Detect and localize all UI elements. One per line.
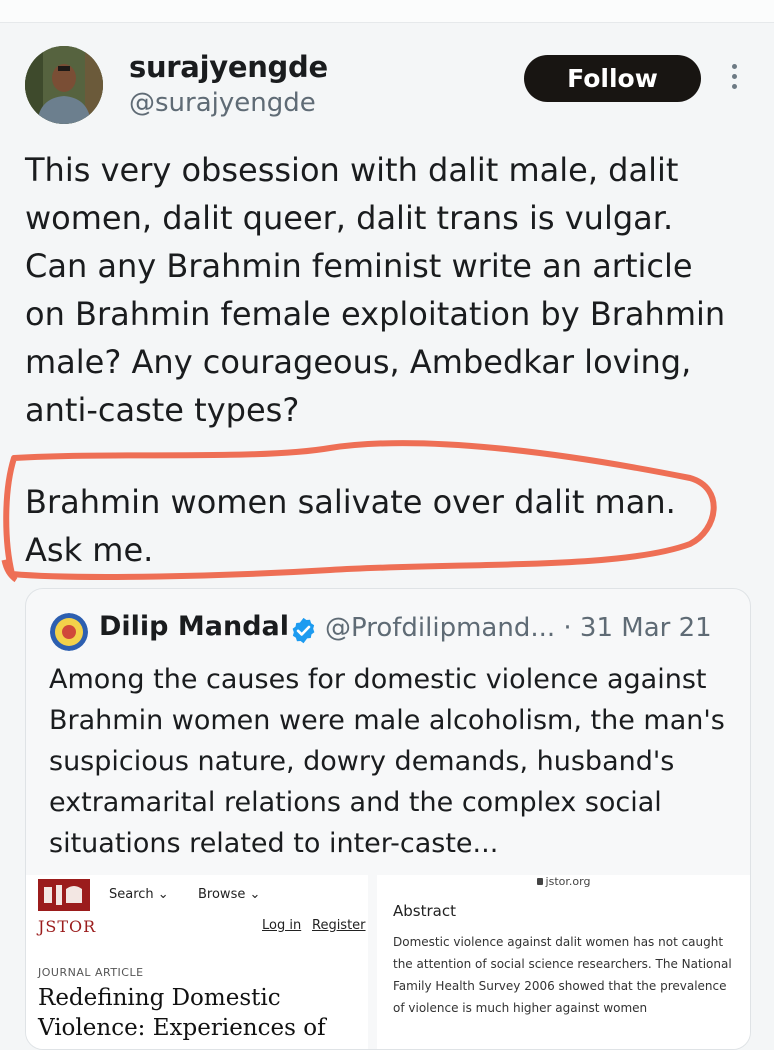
quoted-author-name[interactable]: Dilip Mandal <box>99 611 289 642</box>
top-edge <box>0 0 774 23</box>
jstor-article-title: Redefining Domestic Violence: Experience… <box>38 985 326 1041</box>
tweet-text: This very obsession with dalit male, dal… <box>25 151 726 429</box>
verified-badge-icon <box>292 617 315 644</box>
url-text: jstor.org <box>545 875 591 888</box>
author-avatar[interactable] <box>25 46 103 124</box>
jstor-nav-search: Search ⌄ <box>109 887 169 902</box>
more-options-icon[interactable] <box>724 64 744 94</box>
author-handle[interactable]: @surajyengde <box>129 88 316 118</box>
lock-icon <box>536 878 543 885</box>
jstor-wordmark: JSTOR <box>38 917 97 936</box>
quoted-tweet-card[interactable]: Dilip Mandal @Profdilipmand... · 31 Mar … <box>25 588 751 1050</box>
jstor-register-link: Register <box>312 918 366 933</box>
browser-url-bar: jstor.org <box>377 875 750 888</box>
jstor-login-link: Log in <box>262 918 302 933</box>
jstor-article-type: JOURNAL ARTICLE <box>38 966 144 979</box>
jstor-nav-browse: Browse ⌄ <box>198 887 261 902</box>
quoted-tweet-text: Among the causes for domestic violence a… <box>49 664 725 859</box>
jstor-logo-icon <box>38 879 90 911</box>
author-display-name[interactable]: surajyengde <box>129 50 328 84</box>
quoted-author-avatar[interactable] <box>50 613 88 651</box>
follow-button[interactable]: Follow <box>524 55 701 102</box>
abstract-text: Domestic violence against dalit women ha… <box>393 935 732 1015</box>
abstract-heading: Abstract <box>393 902 456 920</box>
quoted-handle-date: @Profdilipmand... · 31 Mar 21 <box>325 613 712 643</box>
tweet-text-highlighted: Brahmin women salivate over dalit man. A… <box>25 483 676 569</box>
